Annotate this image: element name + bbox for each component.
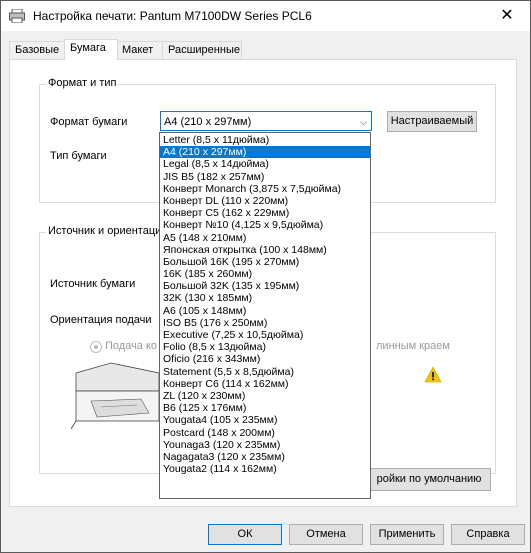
- dropdown-option[interactable]: Конверт Monarch (3,875 x 7,5дюйма): [160, 183, 370, 195]
- tab-paper[interactable]: Бумага: [64, 39, 118, 60]
- feed-long-edge-label: линным краем: [376, 340, 450, 352]
- dropdown-option[interactable]: 16K (185 x 260мм): [160, 268, 370, 280]
- dropdown-option[interactable]: Конверт DL (110 x 220мм): [160, 195, 370, 207]
- dropdown-option[interactable]: Японская открытка (100 x 148мм): [160, 244, 370, 256]
- dropdown-option[interactable]: Yougata4 (105 x 235мм): [160, 414, 370, 426]
- tab-basic[interactable]: Базовые: [9, 41, 65, 59]
- dropdown-option[interactable]: Legal (8,5 x 14дюйма): [160, 158, 370, 170]
- help-button[interactable]: Справка: [451, 524, 525, 545]
- tab-layout[interactable]: Макет: [116, 41, 164, 59]
- dropdown-option[interactable]: Letter (8,5 x 11дюйма): [160, 134, 370, 146]
- dropdown-option[interactable]: ZL (120 x 230мм): [160, 390, 370, 402]
- tab-advanced[interactable]: Расширенные: [162, 41, 242, 59]
- paper-size-dropdown-list[interactable]: Letter (8,5 x 11дюйма) A4 (210 x 297мм) Le…: [159, 132, 371, 499]
- dropdown-option[interactable]: ISO B5 (176 x 250мм): [160, 317, 370, 329]
- dropdown-option[interactable]: Большой 16K (195 x 270мм): [160, 256, 370, 268]
- dropdown-option[interactable]: Конверт C5 (162 x 229мм): [160, 207, 370, 219]
- cancel-button[interactable]: Отмена: [289, 524, 363, 545]
- dropdown-option[interactable]: Folio (8,5 x 13дюйма): [160, 341, 370, 353]
- printer-illustration: [71, 362, 160, 430]
- chevron-down-icon: ⌵: [360, 117, 367, 127]
- dropdown-option[interactable]: Executive (7,25 x 10,5дюйма): [160, 329, 370, 341]
- paper-size-value: A4 (210 x 297мм): [164, 116, 252, 128]
- dropdown-option[interactable]: Yougata2 (114 x 162мм): [160, 463, 370, 475]
- dropdown-option[interactable]: Nagagata3 (120 x 235мм): [160, 451, 370, 463]
- dropdown-option[interactable]: Большой 32K (135 x 195мм): [160, 280, 370, 292]
- print-settings-window: Настройка печати: Pantum M7100DW Series …: [0, 0, 531, 553]
- dropdown-option[interactable]: Конверт №10 (4,125 x 9,5дюйма): [160, 219, 370, 231]
- source-group-title: Источник и ориентаци: [46, 225, 164, 237]
- dropdown-option[interactable]: JIS B5 (182 x 257мм): [160, 171, 370, 183]
- printer-app-icon: [9, 9, 25, 23]
- title-bar: Настройка печати: Pantum M7100DW Series …: [1, 1, 530, 31]
- paper-source-label: Источник бумаги: [50, 278, 136, 290]
- dropdown-option[interactable]: B6 (125 x 176мм): [160, 402, 370, 414]
- feed-short-edge-label: Подача ко: [105, 340, 158, 352]
- restore-defaults-button[interactable]: ройки по умолчанию: [367, 468, 491, 491]
- window-title: Настройка печати: Pantum M7100DW Series …: [33, 9, 312, 23]
- warning-icon: [424, 366, 442, 383]
- dropdown-option[interactable]: Конверт C6 (114 x 162мм): [160, 378, 370, 390]
- paper-size-select[interactable]: A4 (210 x 297мм) ⌵: [160, 111, 372, 131]
- format-group-title: Формат и тип: [46, 77, 119, 89]
- dropdown-option[interactable]: 32K (130 x 185мм): [160, 292, 370, 304]
- paper-type-label: Тип бумаги: [50, 150, 107, 162]
- dropdown-option[interactable]: Statement (5,5 x 8,5дюйма): [160, 366, 370, 378]
- paper-size-label: Формат бумаги: [50, 116, 128, 128]
- dropdown-option[interactable]: A6 (105 x 148мм): [160, 305, 370, 317]
- close-icon[interactable]: ✕: [484, 1, 530, 31]
- dropdown-option[interactable]: A5 (148 x 210мм): [160, 232, 370, 244]
- dropdown-option[interactable]: Younaga3 (120 x 235мм): [160, 439, 370, 451]
- dropdown-option[interactable]: A4 (210 x 297мм): [160, 146, 370, 159]
- feed-short-edge-radio[interactable]: [90, 341, 102, 353]
- dropdown-option[interactable]: Oficio (216 x 343мм): [160, 353, 370, 365]
- custom-size-button[interactable]: Настраиваемый: [387, 111, 477, 132]
- apply-button[interactable]: Применить: [370, 524, 444, 545]
- orientation-label: Ориентация подачи: [50, 314, 152, 326]
- dropdown-option[interactable]: Postcard (148 x 200мм): [160, 427, 370, 439]
- ok-button[interactable]: ОК: [208, 524, 282, 545]
